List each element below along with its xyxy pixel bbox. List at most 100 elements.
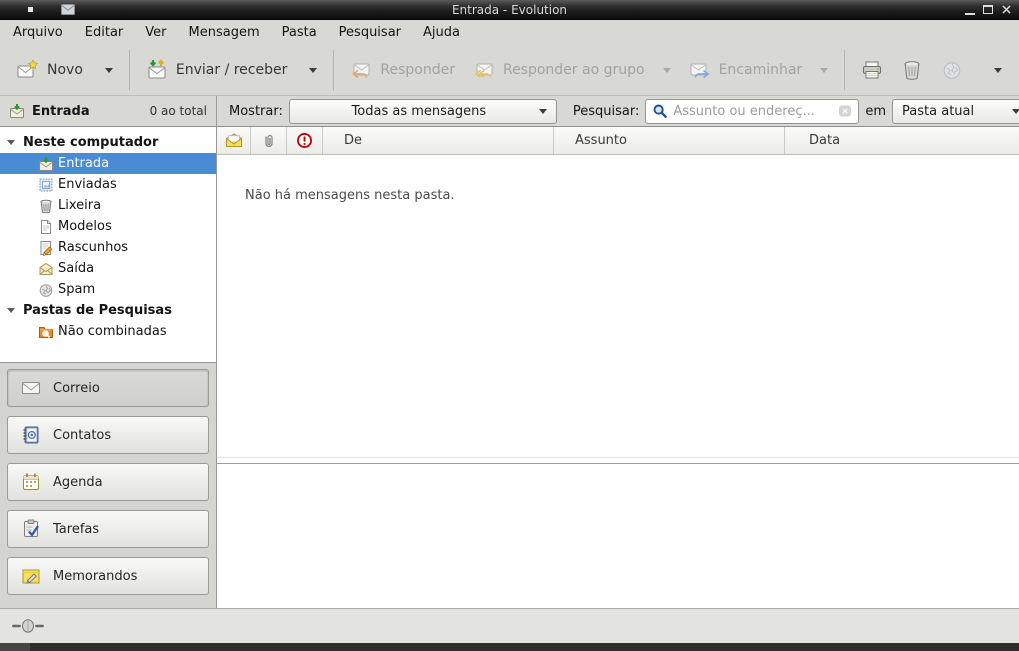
maximize-button[interactable] [983, 5, 993, 14]
print-button[interactable] [852, 51, 892, 89]
clear-search-icon[interactable] [838, 104, 852, 118]
search-scope-value: Pasta atual [902, 104, 1012, 119]
switcher-label: Agenda [53, 475, 103, 490]
outbox-icon [38, 261, 54, 277]
delete-button[interactable] [892, 51, 932, 89]
column-priority[interactable] [287, 127, 323, 154]
message-filter-dropdown[interactable]: Todas as mensagens [289, 99, 557, 124]
status-bar [0, 608, 1019, 643]
folder-enviadas[interactable]: Enviadas [0, 174, 216, 195]
online-plug-icon [12, 618, 44, 634]
search-input[interactable] [673, 104, 833, 119]
message-pane: De Assunto Data Não há mensagens nesta p… [217, 127, 1019, 608]
preview-splitter[interactable] [217, 457, 1019, 464]
toolbar: Novo Enviar / receber Responder Responde… [0, 45, 1019, 96]
switcher-contatos-button[interactable]: Contatos [7, 416, 209, 454]
send-receive-button[interactable]: Enviar / receber [137, 51, 326, 89]
junk-button[interactable] [932, 51, 972, 89]
folder-rascunhos[interactable]: Rascunhos [0, 237, 216, 258]
preview-pane [217, 464, 1019, 608]
online-status-button[interactable] [12, 618, 44, 634]
tree-group-label: Neste computador [23, 135, 158, 150]
empty-folder-message: Não há mensagens nesta pasta. [245, 188, 455, 203]
toolbar-separator [844, 50, 845, 90]
folder-saida[interactable]: Saída [0, 258, 216, 279]
spam-icon [38, 282, 54, 298]
switcher-label: Contatos [53, 428, 111, 443]
switcher-correio-button[interactable]: Correio [7, 369, 209, 407]
folder-label: Saída [58, 261, 94, 276]
tree-group-search-folders[interactable]: Pastas de Pesquisas [0, 300, 216, 321]
switcher-memorandos-button[interactable]: Memorandos [7, 557, 209, 595]
menu-mensagem[interactable]: Mensagem [178, 22, 271, 43]
folder-label: Rascunhos [58, 240, 128, 255]
forward-icon [689, 59, 711, 81]
column-attachment[interactable] [251, 127, 287, 154]
drafts-icon [38, 240, 54, 256]
send-receive-dropdown-arrow-icon[interactable] [309, 68, 317, 77]
toolbar-separator [333, 50, 334, 90]
reply-all-icon [473, 59, 495, 81]
folder-label: Entrada [58, 156, 109, 171]
message-filter-value: Todas as mensagens [299, 104, 539, 119]
menu-arquivo[interactable]: Arquivo [2, 22, 74, 43]
menu-ajuda[interactable]: Ajuda [412, 22, 471, 43]
folder-lixeira[interactable]: Lixeira [0, 195, 216, 216]
column-label: Assunto [575, 133, 627, 148]
expander-icon[interactable] [7, 308, 15, 313]
tree-group-label: Pastas de Pesquisas [23, 303, 172, 318]
new-dropdown-arrow-icon[interactable] [105, 68, 113, 77]
new-button[interactable]: Novo [8, 51, 122, 89]
menu-ver[interactable]: Ver [134, 22, 177, 43]
message-list-header: De Assunto Data [217, 127, 1019, 155]
search-scope-dropdown[interactable]: Pasta atual [892, 99, 1019, 124]
column-data[interactable]: Data [785, 127, 1019, 154]
menu-editar[interactable]: Editar [74, 22, 135, 43]
menu-pasta[interactable]: Pasta [271, 22, 328, 43]
forward-button[interactable]: Encaminhar [680, 51, 838, 89]
delete-trash-icon [901, 59, 923, 81]
column-de[interactable]: De [323, 127, 554, 154]
expander-icon[interactable] [7, 140, 15, 145]
chevron-down-icon [539, 109, 547, 118]
folder-sidebar: Neste computador Entrada Enviadas [0, 127, 217, 608]
switcher-tarefas-button[interactable]: Tarefas [7, 510, 209, 548]
reply-group-button[interactable]: Responder ao grupo [464, 51, 680, 89]
current-folder-name: Entrada [32, 104, 90, 119]
folder-entrada[interactable]: Entrada [0, 153, 216, 174]
scope-label: em [865, 104, 886, 119]
column-read-status[interactable] [217, 127, 251, 154]
reply-group-dropdown-arrow-icon[interactable] [663, 68, 671, 77]
switcher-label: Tarefas [53, 522, 99, 537]
forward-dropdown-arrow-icon[interactable] [820, 68, 828, 77]
switcher-agenda-button[interactable]: Agenda [7, 463, 209, 501]
read-status-icon [225, 133, 243, 148]
reply-button[interactable]: Responder [341, 51, 464, 89]
tree-group-this-computer[interactable]: Neste computador [0, 132, 216, 153]
switcher-label: Memorandos [53, 569, 137, 584]
close-button[interactable] [1001, 4, 1012, 15]
send-receive-icon [146, 59, 168, 81]
junk-icon [941, 59, 963, 81]
menubar: Arquivo Editar Ver Mensagem Pasta Pesqui… [0, 20, 1019, 45]
show-label: Mostrar: [229, 104, 283, 119]
folder-label: Lixeira [58, 198, 101, 213]
menu-pesquisar[interactable]: Pesquisar [328, 22, 412, 43]
folder-label: Spam [58, 282, 95, 297]
minimize-button[interactable] [965, 13, 975, 15]
reply-label: Responder [380, 62, 455, 78]
folder-label: Modelos [58, 219, 112, 234]
folder-modelos[interactable]: Modelos [0, 216, 216, 237]
folder-nao-combinadas[interactable]: Não combinadas [0, 321, 216, 342]
column-label: De [344, 133, 362, 148]
column-assunto[interactable]: Assunto [554, 127, 785, 154]
window-title: Entrada - Evolution [0, 3, 1019, 17]
new-mail-icon [17, 59, 39, 81]
folder-spam[interactable]: Spam [0, 279, 216, 300]
evolution-window: Entrada - Evolution Arquivo Editar Ver M… [0, 0, 1019, 651]
sent-icon [38, 177, 54, 193]
templates-icon [38, 219, 54, 235]
switcher-label: Correio [53, 381, 100, 396]
resize-grip[interactable] [0, 643, 30, 651]
toolbar-overflow-button[interactable] [985, 51, 1011, 89]
